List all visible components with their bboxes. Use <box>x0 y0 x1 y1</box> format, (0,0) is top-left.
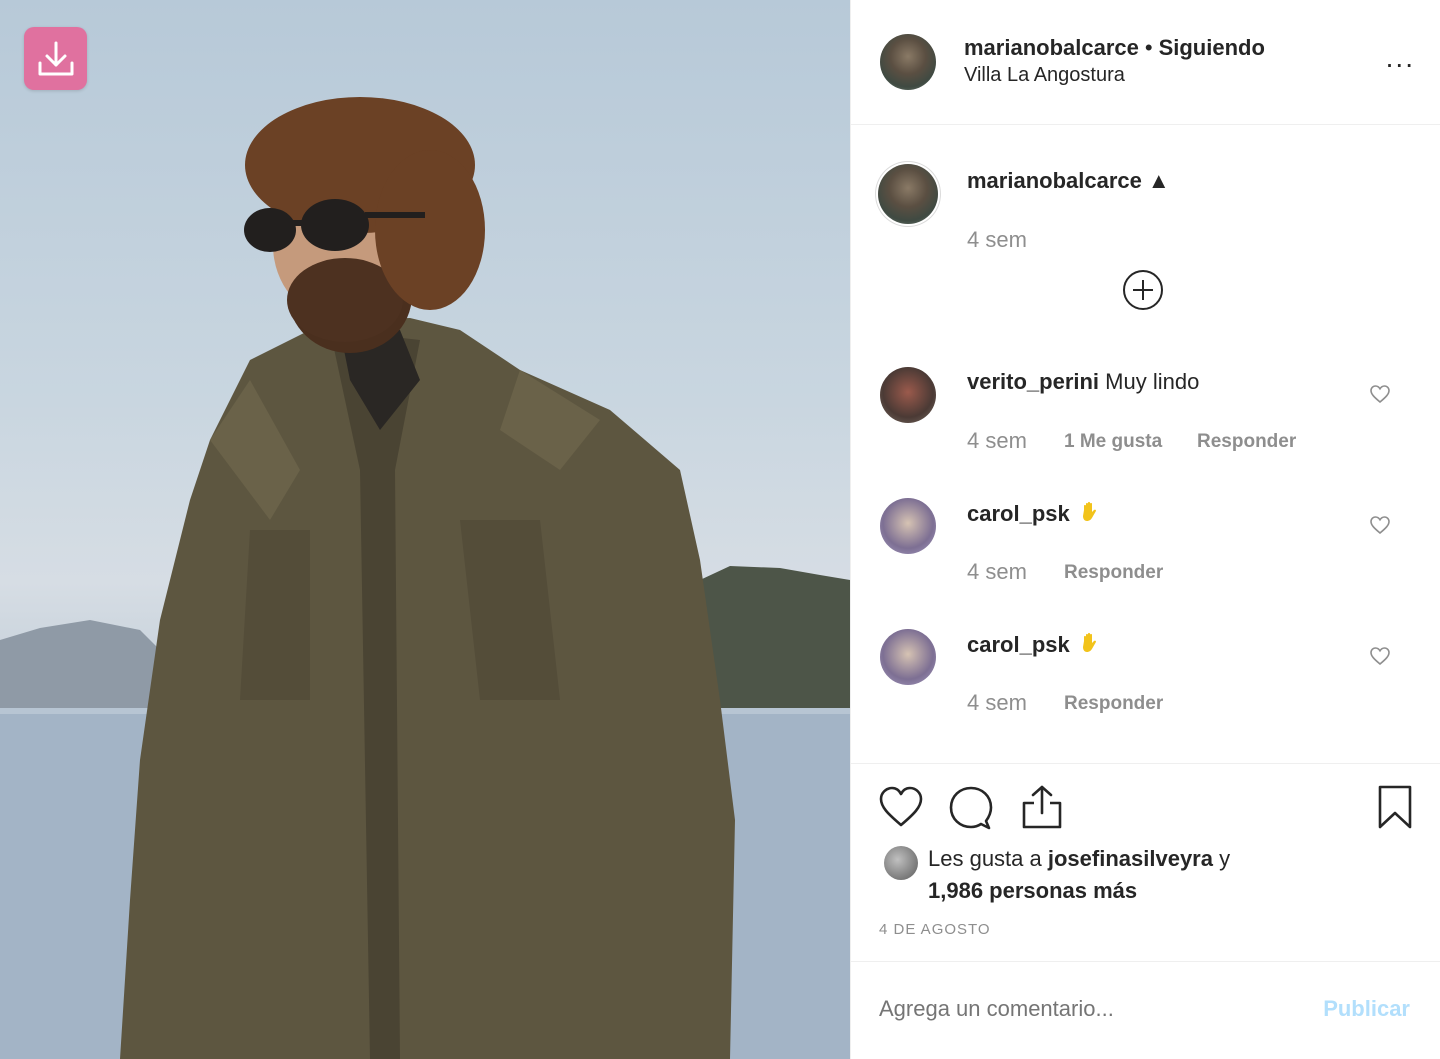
author-username[interactable]: marianobalcarce <box>964 35 1139 60</box>
author-avatar[interactable] <box>880 34 936 90</box>
jacket <box>120 318 735 1059</box>
forest-hill <box>700 566 850 708</box>
post-sidebar: marianobalcarce • Siguiendo Villa La Angos… <box>850 0 1440 1059</box>
comment-like-heart-icon[interactable] <box>1368 644 1392 668</box>
comment-avatar[interactable] <box>880 367 936 423</box>
caption-line: marianobalcarce ▲ <box>967 168 1170 194</box>
comment-username[interactable]: carol_psk <box>967 501 1070 526</box>
likes-others-link[interactable]: 1,986 personas más <box>928 878 1137 903</box>
caption-username[interactable]: marianobalcarce <box>967 168 1142 193</box>
post-photo[interactable] <box>0 0 850 1059</box>
comment-bubble-icon[interactable] <box>948 785 994 831</box>
reply-button[interactable]: Responder <box>1064 693 1163 715</box>
download-button[interactable] <box>24 27 87 90</box>
comment-avatar[interactable] <box>880 629 936 685</box>
comment-like-heart-icon[interactable] <box>1368 513 1392 537</box>
likes-summary: Les gusta a josefinasilveyra y 1,986 per… <box>928 843 1230 907</box>
likes-prefix: Les gusta a <box>928 846 1042 871</box>
comment-avatar[interactable] <box>880 498 936 554</box>
comment-time[interactable]: 4 sem <box>967 559 1027 585</box>
comment-box-divider <box>851 961 1440 962</box>
comment-line: verito_perini Muy lindo <box>967 369 1199 395</box>
triangle-symbol: ▲ <box>1147 168 1170 193</box>
comment-like-heart-icon[interactable] <box>1368 382 1392 406</box>
comment-username[interactable]: carol_psk <box>967 632 1070 657</box>
more-options-icon[interactable]: ... <box>1386 44 1415 72</box>
post-location[interactable]: Villa La Angostura <box>964 64 1125 87</box>
comment-line: carol_psk <box>967 500 1098 527</box>
comment-time[interactable]: 4 sem <box>967 690 1027 716</box>
comment-line: carol_psk <box>967 631 1098 658</box>
comment-username[interactable]: verito_perini <box>967 369 1099 394</box>
liker-username[interactable]: josefinasilveyra <box>1048 846 1213 871</box>
separator-dot: • <box>1144 35 1153 60</box>
author-line: marianobalcarce • Siguiendo <box>964 33 1265 63</box>
publish-button[interactable]: Publicar <box>1323 996 1410 1022</box>
comment-likes-count[interactable]: 1 Me gusta <box>1064 431 1162 453</box>
actions-divider <box>851 763 1440 764</box>
comment-text: Muy lindo <box>1105 369 1200 394</box>
share-icon[interactable] <box>1020 783 1064 831</box>
reply-button[interactable]: Responder <box>1197 431 1296 453</box>
download-icon <box>38 41 73 75</box>
raised-hand-icon <box>1082 501 1096 521</box>
add-comment-input[interactable] <box>879 996 1299 1022</box>
load-more-comments-button[interactable] <box>1123 270 1163 310</box>
raised-hand-icon <box>1082 632 1096 652</box>
post-date[interactable]: 4 DE AGOSTO <box>879 921 991 938</box>
bookmark-icon[interactable] <box>1377 784 1413 830</box>
likes-conj: y <box>1219 846 1231 871</box>
liker-avatar[interactable] <box>884 846 918 880</box>
distant-hills <box>0 620 160 712</box>
caption-time[interactable]: 4 sem <box>967 227 1027 253</box>
sunglasses <box>244 208 296 252</box>
photo-scene <box>0 97 850 1059</box>
post-header: marianobalcarce • Siguiendo Villa La Angos… <box>851 0 1440 125</box>
reply-button[interactable]: Responder <box>1064 562 1163 584</box>
follow-status-button[interactable]: Siguiendo <box>1159 35 1265 60</box>
comment-time[interactable]: 4 sem <box>967 428 1027 454</box>
caption-avatar[interactable] <box>878 164 938 224</box>
like-heart-icon[interactable] <box>878 785 924 829</box>
